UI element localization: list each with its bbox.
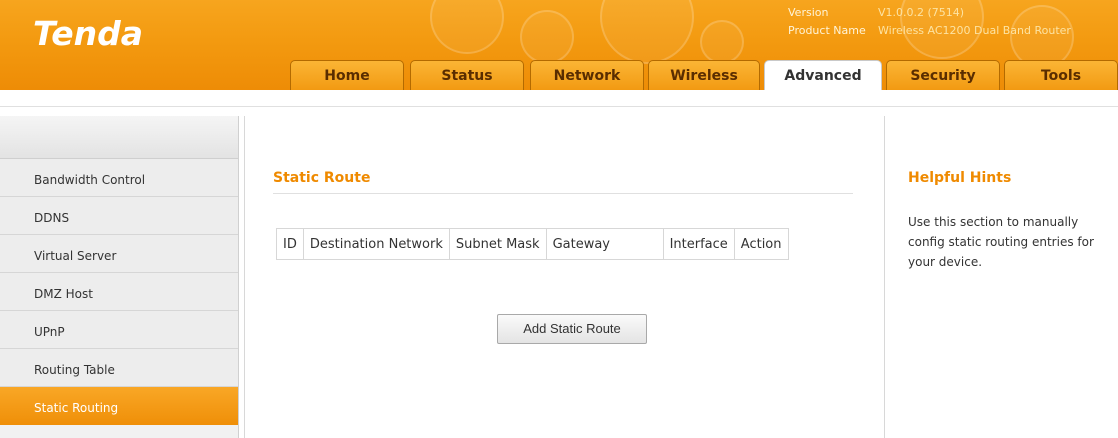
tab-wireless[interactable]: Wireless [648, 60, 760, 90]
version-value: V1.0.0.2 (7514) [878, 6, 965, 19]
sidebar-item-dmz-host[interactable]: DMZ Host [0, 273, 238, 311]
decor-bubble [600, 0, 694, 64]
tab-tools[interactable]: Tools [1004, 60, 1118, 90]
decor-bubble [430, 0, 504, 54]
decor-bubble [520, 10, 574, 64]
tab-security[interactable]: Security [886, 60, 1000, 90]
tab-status[interactable]: Status [410, 60, 524, 90]
header-strip [0, 90, 1118, 107]
sidebar-item-bandwidth-control[interactable]: Bandwidth Control [0, 159, 238, 197]
column-header-subnet-mask: Subnet Mask [448, 228, 547, 260]
column-header-interface: Interface [662, 228, 735, 260]
sidebar-item-routing-table[interactable]: Routing Table [0, 349, 238, 387]
version-label: Version [788, 6, 829, 19]
sidebar-header [0, 116, 238, 159]
tenda-logo: Tenda [33, 14, 144, 53]
table-header-row: ID Destination Network Subnet Mask Gatew… [276, 228, 789, 260]
main-content: Static Route ID Destination Network Subn… [244, 116, 885, 438]
tab-home[interactable]: Home [290, 60, 404, 90]
header-bar: Tenda Version V1.0.0.2 (7514) Product Na… [0, 0, 1118, 90]
hints-title: Helpful Hints [908, 170, 1012, 186]
column-header-gateway: Gateway [545, 228, 664, 260]
add-static-route-button[interactable]: Add Static Route [497, 314, 647, 344]
sidebar-item-virtual-server[interactable]: Virtual Server [0, 235, 238, 273]
product-name-label: Product Name [788, 24, 866, 37]
sidebar-item-upnp[interactable]: UPnP [0, 311, 238, 349]
helpful-hints-panel: Helpful Hints Use this section to manual… [884, 116, 1118, 438]
tab-advanced[interactable]: Advanced [764, 60, 882, 90]
main-nav-tabs: Home Status Network Wireless Advanced Se… [0, 60, 1118, 90]
sidebar: Bandwidth Control DDNS Virtual Server DM… [0, 116, 239, 438]
page-title: Static Route [273, 170, 371, 186]
column-header-action: Action [733, 228, 789, 260]
hints-text: Use this section to manually config stat… [908, 215, 1094, 269]
static-route-table: ID Destination Network Subnet Mask Gatew… [276, 228, 789, 260]
title-divider [273, 193, 853, 194]
sidebar-item-ddns[interactable]: DDNS [0, 197, 238, 235]
product-name-value: Wireless AC1200 Dual Band Router [878, 24, 1071, 37]
decor-bubble [700, 20, 744, 64]
column-header-id: ID [276, 228, 304, 260]
tab-network[interactable]: Network [530, 60, 644, 90]
column-header-destination-network: Destination Network [302, 228, 450, 260]
sidebar-item-static-routing[interactable]: Static Routing [0, 387, 238, 425]
